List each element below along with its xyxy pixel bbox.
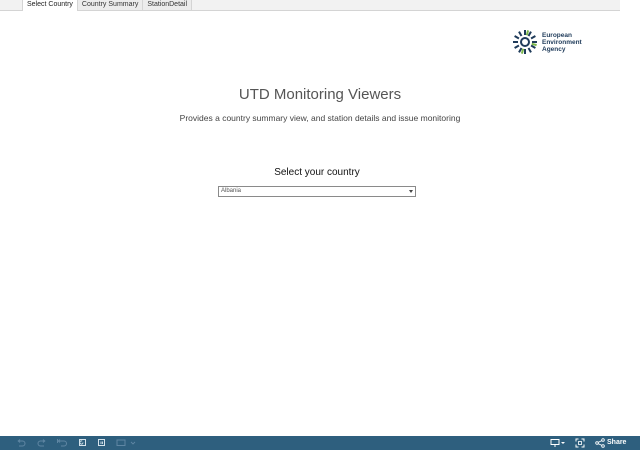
chevron-down-icon [409,190,413,193]
revert-icon [57,439,67,447]
subscribe-button[interactable] [116,438,136,448]
redo-icon [37,439,46,447]
comment-icon [550,439,565,447]
tab-select-country[interactable]: Select Country [22,0,78,11]
tab-list: Select Country Country Summary StationDe… [22,0,193,11]
revert-button[interactable] [57,438,68,448]
pause-updates-button[interactable] [97,438,107,448]
page-title: UTD Monitoring Viewers [238,86,402,103]
page-subtitle: Provides a country summary view, and sta… [179,113,461,123]
fullscreen-icon [575,438,585,448]
pause-icon [98,439,105,446]
bottom-toolbar: Share [0,436,640,450]
fullscreen-button[interactable] [575,438,585,448]
eea-sun-logo-icon [513,30,537,54]
undo-button[interactable] [16,438,26,448]
share-button[interactable]: Share [595,438,626,448]
country-select-value: Albania [221,188,242,194]
subscribe-icon [116,439,136,446]
logo-line-2: Environment [542,38,582,46]
page: Select Country Country Summary StationDe… [0,0,640,450]
country-select-label: Select your country [274,167,360,178]
tab-country-summary[interactable]: Country Summary [76,0,144,10]
redo-button[interactable] [37,438,47,448]
share-label: Share [607,439,627,446]
share-icon [595,438,605,448]
country-select[interactable]: Albania [218,186,416,197]
refresh-button[interactable] [78,438,88,448]
eea-logo: European Environment Agency [512,28,592,56]
tab-station-detail[interactable]: StationDetail [142,0,193,10]
eea-logo-text: European Environment Agency [542,32,582,53]
refresh-icon [79,439,86,446]
undo-icon [17,439,26,447]
logo-line-3: Agency [542,45,566,53]
comment-button[interactable] [550,438,566,448]
logo-line-1: European [542,31,572,39]
tab-strip: Select Country Country Summary StationDe… [0,0,620,11]
